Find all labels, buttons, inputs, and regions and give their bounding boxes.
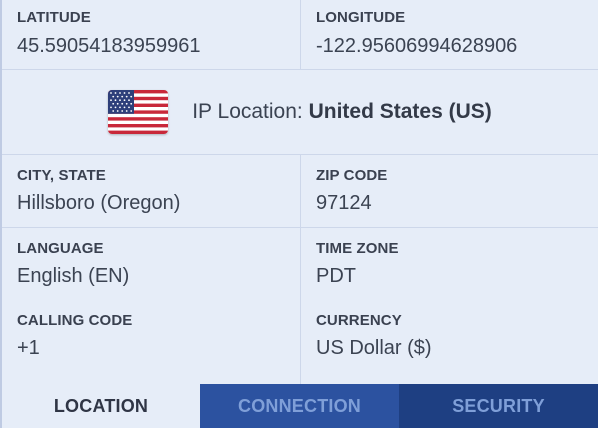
language-label: LANGUAGE [17,240,104,257]
city-value: Hillsboro (Oregon) [17,192,181,214]
tab-connection[interactable]: CONNECTION [200,384,399,428]
timezone-value: PDT [316,265,356,287]
ip-location-text: IP Location: United States (US) [192,100,492,124]
zip-value: 97124 [316,192,372,214]
city-zip-row: CITY, STATE Hillsboro (Oregon) ZIP CODE … [2,155,598,228]
zip-label: ZIP CODE [316,167,388,184]
currency-value: US Dollar ($) [316,337,432,359]
latitude-label: LATITUDE [17,9,91,26]
ip-location-prefix: IP Location: [192,100,309,123]
ip-location-row: IP Location: United States (US) [2,70,598,155]
longitude-value: -122.95606994628906 [316,35,518,57]
language-value: English (EN) [17,265,130,287]
language-timezone-row: LANGUAGE English (EN) TIME ZONE PDT [2,228,598,300]
longitude-cell: LONGITUDE -122.95606994628906 [301,0,598,69]
language-cell: LANGUAGE English (EN) [2,228,301,300]
calling-currency-row: CALLING CODE +1 CURRENCY US Dollar ($) [2,300,598,384]
calling-code-label: CALLING CODE [17,312,133,329]
ip-location-panel: LATITUDE 45.59054183959961 LONGITUDE -12… [0,0,598,428]
info-tabs: LOCATION CONNECTION SECURITY [2,384,598,428]
timezone-label: TIME ZONE [316,240,399,257]
longitude-label: LONGITUDE [316,9,406,26]
us-flag-icon [108,90,169,134]
currency-label: CURRENCY [316,312,402,329]
coordinates-row: LATITUDE 45.59054183959961 LONGITUDE -12… [2,0,598,70]
ip-location-country: United States (US) [308,100,492,123]
latitude-value: 45.59054183959961 [17,35,201,57]
city-cell: CITY, STATE Hillsboro (Oregon) [2,155,301,227]
tab-security[interactable]: SECURITY [399,384,598,428]
calling-code-cell: CALLING CODE +1 [2,300,301,384]
timezone-cell: TIME ZONE PDT [301,228,598,300]
currency-cell: CURRENCY US Dollar ($) [301,300,598,384]
zip-cell: ZIP CODE 97124 [301,155,598,227]
calling-code-value: +1 [17,337,40,359]
city-label: CITY, STATE [17,167,106,184]
latitude-cell: LATITUDE 45.59054183959961 [2,0,301,69]
tab-location[interactable]: LOCATION [2,384,200,428]
